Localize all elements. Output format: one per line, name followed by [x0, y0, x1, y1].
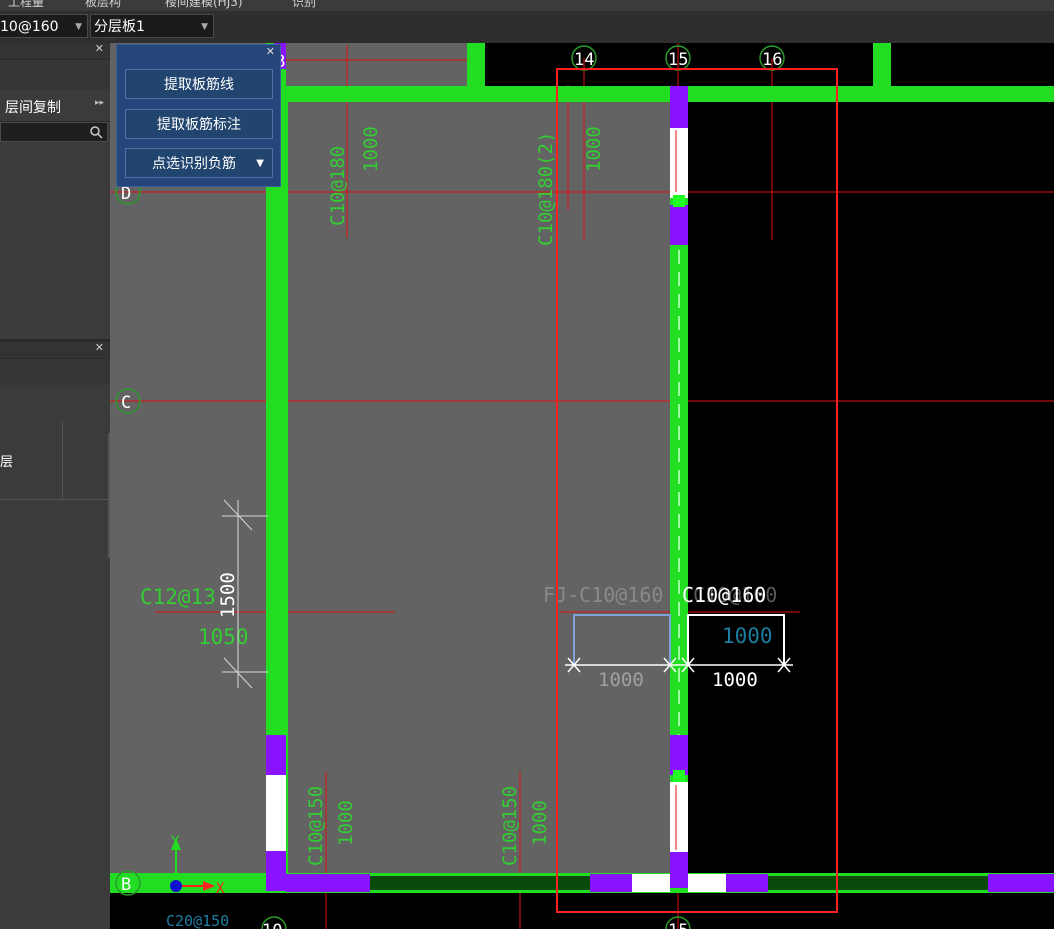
menu-item[interactable]: 识别 — [292, 0, 316, 10]
rebar-spec-combo[interactable]: 10@160 ▼ — [0, 14, 88, 38]
copy-layer-label: 层间复制 — [5, 100, 61, 116]
slab-region-top[interactable] — [280, 43, 470, 89]
rebar-label: C10@160 — [682, 583, 766, 607]
menu-bar: 工程量 板层构 楼间建模(HJ3) 识别 — [0, 0, 1054, 11]
ucs-x-label: X — [216, 881, 225, 897]
axis-label-16: 16 — [762, 50, 782, 70]
pick-identify-label: 点选识别负筋 — [152, 156, 236, 172]
copy-layer-row[interactable]: 层间复制 ▸▸ — [0, 91, 110, 122]
panel-title-bar: ✕ — [0, 341, 110, 359]
rebar-identify-panel: ✕ 提取板筋线 提取板筋标注 点选识别负筋 ▼ — [116, 44, 281, 187]
rebar-spec: C10@180(2) — [535, 132, 557, 246]
dimension-text: 1500 — [217, 572, 239, 618]
chevron-down-icon[interactable]: ▼ — [256, 149, 264, 179]
panel-title-bar: ✕ — [0, 42, 110, 60]
rebar-length: 1000 — [722, 624, 773, 648]
axis-label-15-bottom: 15 — [668, 921, 688, 929]
menu-item[interactable]: 板层构 — [85, 0, 121, 10]
rebar-spec: C10@150 — [305, 786, 327, 866]
rebar-length: 1050 — [198, 625, 249, 649]
close-icon[interactable]: ✕ — [95, 341, 104, 354]
rebar-length: 1000 — [529, 800, 551, 846]
rebar-length: 1000 — [335, 800, 357, 846]
layer-combo[interactable]: 分层板1 ▼ — [90, 14, 214, 38]
extract-rebar-annotation-button[interactable]: 提取板筋标注 — [125, 109, 273, 139]
search-icon[interactable] — [89, 124, 103, 143]
expand-icon[interactable]: ▸▸ — [95, 98, 104, 108]
rebar-length: 1000 — [360, 126, 382, 172]
table-cell: 层 — [0, 455, 14, 470]
dimension-text: 1000 — [598, 669, 644, 691]
axis-label-c: C — [121, 393, 131, 413]
ucs-y-label: Y — [171, 834, 180, 850]
menu-item[interactable]: 工程量 — [8, 0, 44, 10]
grip-point[interactable] — [673, 770, 685, 782]
layer-value: 分层板1 — [94, 19, 145, 35]
chevron-down-icon: ▼ — [75, 22, 82, 32]
panel-header — [0, 60, 110, 90]
toolbar: 10@160 ▼ 分层板1 ▼ — [0, 11, 1054, 43]
grip-point[interactable] — [673, 195, 685, 207]
extract-rebar-line-button[interactable]: 提取板筋线 — [125, 69, 273, 99]
axis-label-b: B — [121, 875, 131, 895]
axis-label-15: 15 — [668, 50, 688, 70]
close-icon[interactable]: ✕ — [266, 45, 275, 58]
close-icon[interactable]: ✕ — [95, 42, 104, 55]
table-header — [0, 421, 108, 448]
menu-item[interactable]: 楼间建模(HJ3) — [165, 0, 243, 10]
axis-label-14: 14 — [574, 50, 594, 70]
panel-body — [0, 143, 110, 339]
axis-label-10-bottom: 10 — [262, 921, 282, 929]
search-input[interactable] — [0, 122, 108, 142]
rebar-spec: C12@13 — [140, 585, 216, 609]
dimension-text: 1000 — [712, 669, 758, 691]
rebar-spec: C10@180 — [327, 146, 349, 226]
table-row[interactable]: 层 — [0, 447, 108, 474]
axis-label-d: D — [121, 184, 131, 204]
rebar-label-ghost: FJ-C10@160 — [543, 583, 663, 607]
wall-dark-segment — [768, 876, 988, 890]
left-panel: ✕ 层间复制 ▸▸ ✕ 层 — [0, 42, 113, 929]
panel-header — [0, 359, 110, 385]
chevron-down-icon: ▼ — [201, 22, 208, 32]
rebar-spec: C10@150 — [499, 786, 521, 866]
rebar-length: 1000 — [583, 126, 605, 172]
panel-toolbar — [0, 386, 110, 422]
pick-identify-negative-rebar-button[interactable]: 点选识别负筋 ▼ — [125, 148, 273, 178]
rebar-spec-partial: C20@150 — [166, 912, 229, 929]
table-row[interactable] — [0, 473, 108, 500]
rebar-spec-value: 10@160 — [0, 19, 59, 35]
